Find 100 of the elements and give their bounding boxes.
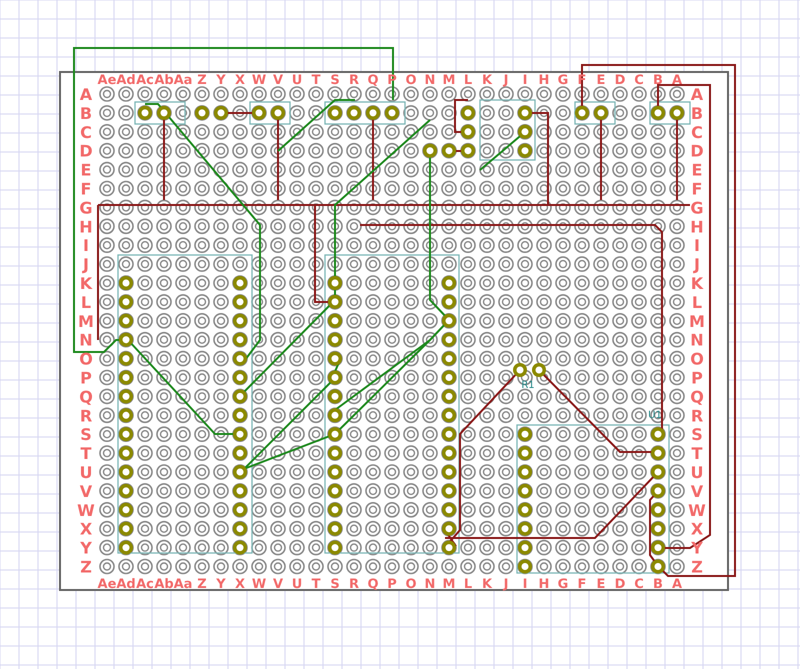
- column-label: Ab: [154, 577, 174, 592]
- row-label: A: [80, 85, 92, 104]
- column-label: E: [596, 577, 606, 592]
- row-label: W: [77, 500, 95, 520]
- row-label: H: [79, 217, 93, 236]
- column-label: A: [672, 73, 682, 88]
- column-label: K: [482, 73, 492, 88]
- row-label: C: [80, 122, 92, 142]
- column-label: Ad: [116, 577, 136, 592]
- column-label: O: [405, 73, 417, 88]
- column-label: Z: [197, 577, 207, 592]
- row-label: T: [80, 444, 92, 464]
- row-label: B: [80, 104, 92, 123]
- column-label: I: [522, 577, 528, 592]
- column-label: B: [653, 73, 663, 88]
- row-label: A: [690, 85, 704, 104]
- column-label: H: [538, 73, 550, 88]
- column-label: Z: [197, 73, 207, 88]
- column-label: Ac: [136, 577, 154, 592]
- column-label: Y: [216, 577, 226, 592]
- column-label: Ab: [154, 73, 174, 88]
- row-label: K: [690, 274, 704, 293]
- row-label: R: [690, 406, 704, 426]
- column-label: D: [614, 73, 626, 88]
- column-label: Ad: [116, 73, 136, 88]
- column-label: X: [234, 73, 246, 88]
- column-label: O: [405, 577, 417, 592]
- column-label: H: [538, 577, 550, 592]
- row-label: B: [690, 104, 704, 123]
- row-label: N: [690, 330, 704, 350]
- row-label: M: [78, 312, 94, 331]
- row-label: P: [691, 368, 703, 388]
- row-label: D: [690, 142, 704, 161]
- column-label: U: [292, 577, 302, 592]
- row-label: P: [80, 368, 92, 388]
- column-label: L: [464, 577, 472, 592]
- column-label: N: [424, 73, 436, 88]
- row-label: E: [692, 160, 702, 180]
- column-label: Ae: [98, 577, 116, 592]
- row-label: Y: [691, 538, 703, 558]
- column-label: Aa: [174, 73, 192, 88]
- column-label: K: [482, 577, 492, 592]
- row-label: T: [692, 444, 702, 464]
- column-label: T: [312, 577, 320, 592]
- column-label: V: [272, 577, 284, 592]
- row-label: I: [694, 236, 700, 256]
- column-label: U: [292, 73, 302, 88]
- column-label: C: [634, 577, 644, 592]
- column-label: T: [312, 73, 320, 88]
- column-label: A: [672, 577, 682, 592]
- row-label: W: [688, 500, 706, 520]
- column-label: Q: [367, 577, 379, 592]
- row-label: J: [694, 255, 700, 274]
- column-label: S: [330, 73, 340, 88]
- column-label: V: [272, 73, 284, 88]
- row-label: V: [690, 482, 704, 501]
- column-label: J: [504, 577, 508, 592]
- row-label: L: [80, 292, 92, 312]
- column-label: D: [614, 577, 626, 592]
- column-label: S: [330, 577, 340, 592]
- column-label: C: [634, 73, 644, 88]
- row-label: C: [691, 122, 703, 142]
- column-label: Ac: [136, 73, 154, 88]
- row-label: M: [689, 312, 705, 331]
- column-label: W: [252, 73, 266, 88]
- row-label: Z: [80, 558, 92, 576]
- column-label: I: [522, 73, 528, 88]
- column-label: M: [442, 577, 456, 592]
- row-label: J: [83, 255, 89, 274]
- row-label: G: [690, 198, 704, 218]
- column-label: X: [234, 577, 246, 592]
- row-label: O: [79, 350, 93, 369]
- row-label: R: [80, 406, 92, 426]
- part-label: R1: [521, 380, 535, 391]
- row-label: I: [83, 236, 89, 256]
- column-label: L: [464, 73, 472, 88]
- part-label: U1: [648, 410, 662, 421]
- column-label: Ae: [98, 73, 116, 88]
- row-label: Z: [691, 558, 703, 576]
- column-label: R: [349, 73, 359, 88]
- column-label: E: [596, 73, 606, 88]
- row-label: D: [79, 142, 93, 161]
- column-label: M: [442, 73, 456, 88]
- row-label: Q: [690, 387, 704, 406]
- row-label: X: [80, 520, 92, 539]
- column-label: N: [424, 577, 436, 592]
- row-label: F: [80, 180, 92, 198]
- row-label: O: [690, 350, 704, 369]
- column-label: Y: [216, 73, 226, 88]
- row-label: Q: [79, 387, 93, 406]
- row-label: F: [692, 180, 702, 198]
- row-label: S: [80, 425, 92, 444]
- column-label: P: [387, 577, 397, 592]
- row-label: H: [690, 217, 704, 236]
- row-label: X: [690, 520, 704, 539]
- column-label: R: [349, 577, 359, 592]
- row-label: N: [79, 330, 93, 350]
- column-label: J: [504, 73, 508, 88]
- column-label: B: [653, 577, 663, 592]
- column-label: Q: [367, 73, 379, 88]
